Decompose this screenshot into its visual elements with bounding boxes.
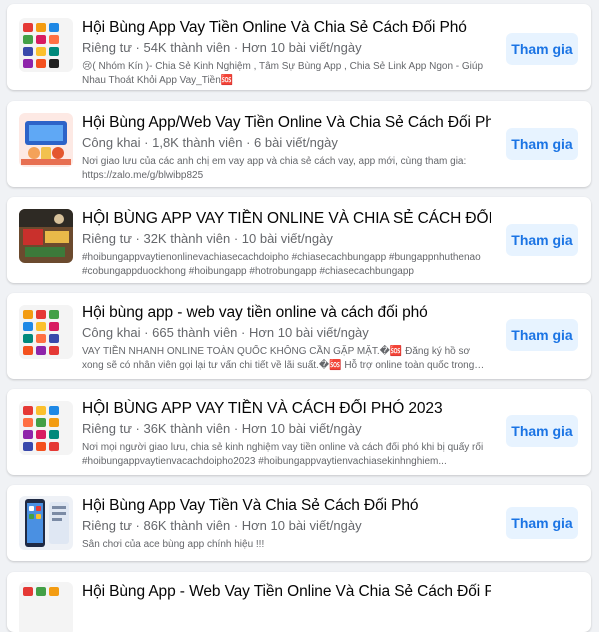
app-grid-icon (19, 18, 73, 72)
group-title[interactable]: Hội Bùng App/Web Vay Tiền Online Và Chia… (82, 113, 491, 133)
group-privacy: Riêng tư (82, 518, 132, 533)
group-privacy: Công khai (82, 135, 141, 150)
group-thumbnail[interactable] (19, 582, 73, 632)
group-meta: Riêng tư · 32K thành viên · 10 bài viết/… (82, 231, 333, 246)
app-grid-icon (19, 401, 73, 455)
group-thumbnail[interactable] (19, 18, 73, 72)
group-meta: Riêng tư · 86K thành viên · Hơn 10 bài v… (82, 518, 362, 533)
group-posts: 6 bài viết/ngày (254, 135, 338, 150)
group-privacy: Riêng tư (82, 421, 132, 436)
group-title[interactable]: HỘI BÙNG APP VAY TIỀN ONLINE VÀ CHIA SẺ … (82, 209, 491, 229)
group-card: Hội Bùng App Vay Tiền Online Và Chia Sẻ … (7, 4, 591, 90)
group-description: Sân chơi của ace bùng app chính hiệu !!! (82, 539, 265, 550)
group-title[interactable]: Hội Bùng App Vay Tiền Và Chia Sẻ Cách Đố… (82, 496, 491, 516)
group-thumbnail[interactable] (19, 496, 73, 550)
group-thumbnail[interactable] (19, 305, 73, 359)
group-title[interactable]: Hội bùng app - web vay tiền online và cá… (82, 303, 491, 323)
group-card: HỘI BÙNG APP VAY TIỀN VÀ CÁCH ĐỐI PHÓ 20… (7, 389, 591, 475)
join-group-button[interactable]: Tham gia (506, 224, 578, 256)
group-members: 54K thành viên (143, 40, 231, 55)
app-grid-icon (19, 305, 73, 359)
group-title[interactable]: Hội Bùng App Vay Tiền Online Và Chia Sẻ … (82, 18, 491, 38)
illustration-icon (19, 113, 73, 167)
group-posts: Hơn 10 bài viết/ngày (248, 325, 369, 340)
group-title[interactable]: Hội Bùng App - Web Vay Tiền Online Và Ch… (82, 582, 491, 602)
group-title[interactable]: HỘI BÙNG APP VAY TIỀN VÀ CÁCH ĐỐI PHÓ 20… (82, 399, 491, 419)
join-group-button[interactable]: Tham gia (506, 128, 578, 160)
group-meta: Riêng tư · 36K thành viên · Hơn 10 bài v… (82, 421, 362, 436)
group-meta: Công khai · 665 thành viên · Hơn 10 bài … (82, 325, 369, 340)
group-card: Hội Bùng App - Web Vay Tiền Online Và Ch… (7, 572, 591, 632)
group-members: 665 thành viên (152, 325, 238, 340)
group-meta: Riêng tư · 54K thành viên · Hơn 10 bài v… (82, 40, 362, 55)
group-privacy: Riêng tư (82, 40, 132, 55)
group-description: VAY TIỀN NHANH ONLINE TOÀN QUỐC KHÔNG CẦ… (82, 346, 475, 371)
group-thumbnail[interactable] (19, 209, 73, 263)
group-description: 😢( Nhóm Kín )- Chia Sẻ Kinh Nghiệm , Tâm… (82, 61, 484, 86)
app-grid-icon (19, 582, 73, 632)
group-card: Hội Bùng App Vay Tiền Và Chia Sẻ Cách Đố… (7, 485, 591, 561)
group-card: Hội bùng app - web vay tiền online và cá… (7, 293, 591, 379)
join-group-button[interactable]: Tham gia (506, 319, 578, 351)
group-meta: Công khai · 1,8K thành viên · 6 bài viết… (82, 135, 338, 150)
join-group-button[interactable]: Tham gia (506, 507, 578, 539)
group-posts: Hơn 10 bài viết/ngày (241, 40, 362, 55)
group-posts: 10 bài viết/ngày (241, 231, 333, 246)
group-thumbnail[interactable] (19, 113, 73, 167)
group-description: Nơi mọi người giao lưu, chia sẻ kinh ngh… (82, 442, 484, 467)
join-group-button[interactable]: Tham gia (506, 33, 578, 65)
group-description: Nơi giao lưu của các anh chị em vay app … (82, 156, 467, 181)
group-card: Hội Bùng App/Web Vay Tiền Online Và Chia… (7, 101, 591, 187)
group-members: 1,8K thành viên (152, 135, 243, 150)
group-posts: Hơn 10 bài viết/ngày (241, 518, 362, 533)
group-privacy: Công khai (82, 325, 141, 340)
group-posts: Hơn 10 bài viết/ngày (241, 421, 362, 436)
photo-icon (19, 209, 73, 263)
group-description: #hoibungappvaytienonlinevachiasecachdoip… (82, 252, 481, 277)
group-members: 86K thành viên (143, 518, 231, 533)
group-privacy: Riêng tư (82, 231, 132, 246)
join-group-button[interactable]: Tham gia (506, 415, 578, 447)
group-thumbnail[interactable] (19, 401, 73, 455)
phone-screen-icon (19, 496, 73, 550)
group-card: HỘI BÙNG APP VAY TIỀN ONLINE VÀ CHIA SẺ … (7, 197, 591, 283)
group-members: 32K thành viên (143, 231, 231, 246)
group-members: 36K thành viên (143, 421, 231, 436)
